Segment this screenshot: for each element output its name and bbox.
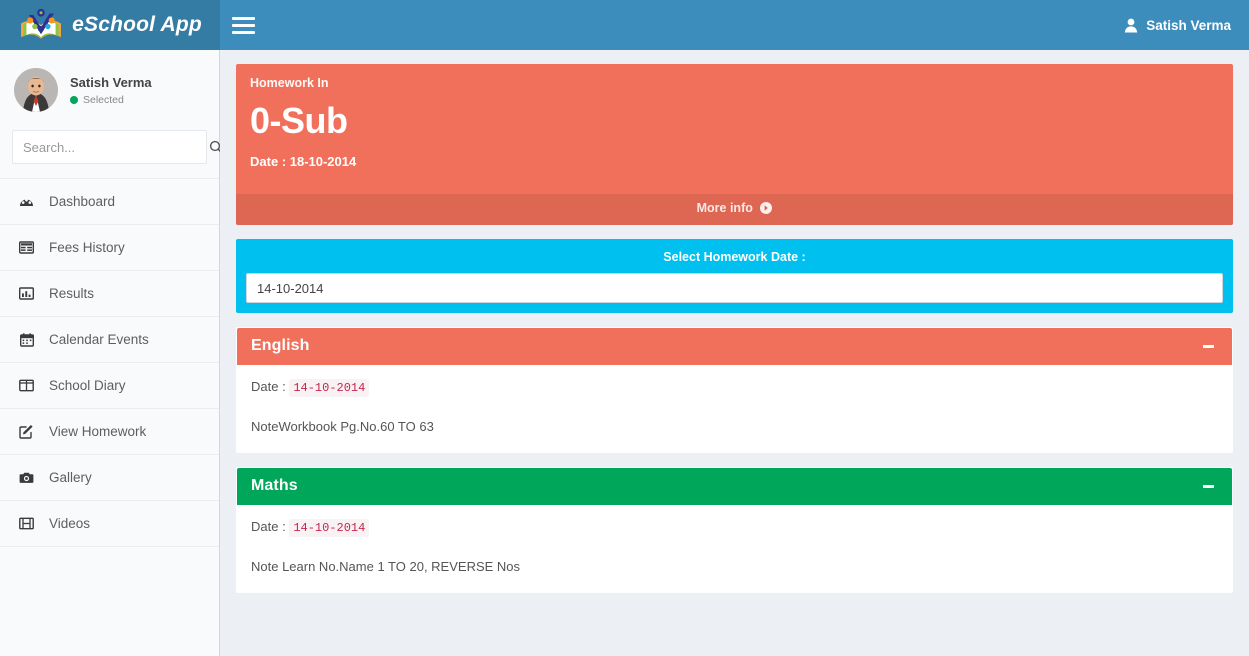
subject-date-row: Date : 14-10-2014 [251, 379, 1218, 397]
subject-date-label: Date : [251, 519, 286, 534]
sidebar-profile: Satish Verma Selected [0, 50, 219, 126]
sidebar-item-videos[interactable]: Videos [0, 501, 219, 547]
open-book-logo [18, 8, 64, 42]
sidebar-item-label: School Diary [49, 378, 126, 393]
sidebar-item-label: Calendar Events [49, 332, 149, 347]
more-info-link[interactable]: More info [236, 194, 1233, 225]
subject-title: English [251, 337, 310, 354]
sidebar-item-label: Dashboard [49, 194, 116, 209]
bar-chart-icon [18, 287, 35, 300]
minus-icon[interactable] [1198, 337, 1218, 355]
user-menu[interactable]: Satish Verma [1112, 0, 1249, 50]
brand-title: eSchool App [72, 13, 202, 36]
profile-text: Satish Verma Selected [70, 75, 152, 106]
app-root: eSchool App Satish Verma Satish Verma Se… [0, 0, 1249, 656]
main-content: Homework In 0-Sub Date : 18-10-2014 More… [220, 50, 1249, 656]
top-header: eSchool App Satish Verma [0, 0, 1249, 50]
subject-date-label: Date : [251, 379, 286, 394]
sidebar-menu: Dashboard Fees History Results Calendar … [0, 178, 219, 547]
edit-square-icon [18, 424, 35, 439]
columns-icon [18, 379, 35, 392]
sidebar: Satish Verma Selected Search... Dashboar… [0, 50, 223, 656]
sidebar-item-label: View Homework [49, 424, 147, 439]
sidebar-search [12, 130, 223, 164]
sidebar-item-gallery[interactable]: Gallery [0, 455, 219, 501]
homework-date-input[interactable] [246, 273, 1223, 303]
profile-name: Satish Verma [70, 74, 152, 90]
info-card-date: Date : 18-10-2014 [250, 154, 357, 169]
subject-note: NoteWorkbook Pg.No.60 TO 63 [251, 419, 434, 434]
sidebar-item-label: Fees History [49, 240, 125, 255]
info-card-label: Homework In [250, 76, 329, 90]
homework-info-card-body: Homework In 0-Sub Date : 18-10-2014 [236, 64, 1233, 194]
brand-logo[interactable]: eSchool App [0, 0, 220, 50]
sidebar-item-dashboard[interactable]: Dashboard [0, 179, 219, 225]
subject-date-row: Date : 14-10-2014 [251, 519, 1218, 537]
info-card-value: 0-Sub [250, 100, 348, 141]
status-dot-icon [70, 95, 78, 104]
profile-status-label: Selected [83, 93, 124, 106]
minus-icon[interactable] [1198, 477, 1218, 495]
subject-date-value: 14-10-2014 [289, 379, 370, 397]
dashboard-icon [18, 195, 35, 208]
homework-info-card: Homework In 0-Sub Date : 18-10-2014 More… [236, 64, 1233, 225]
table-icon [18, 241, 35, 254]
camera-icon [18, 471, 35, 484]
film-icon [18, 517, 35, 530]
subject-date-value: 14-10-2014 [289, 519, 370, 537]
sidebar-item-school-diary[interactable]: School Diary [0, 363, 219, 409]
hamburger-icon[interactable] [220, 0, 266, 50]
date-selector-title: Select Homework Date : [663, 250, 806, 264]
subject-panel-english: English Date : 14-10-2014 NoteWorkbook P… [236, 327, 1233, 453]
subject-panel-header: Maths [237, 468, 1232, 505]
avatar[interactable] [14, 68, 58, 112]
subject-panel-body: Date : 14-10-2014 NoteWorkbook Pg.No.60 … [237, 365, 1232, 452]
sidebar-item-label: Gallery [49, 470, 92, 485]
sidebar-item-label: Results [49, 286, 95, 301]
circle-arrow-right-icon [760, 202, 773, 217]
sidebar-item-view-homework[interactable]: View Homework [0, 409, 219, 455]
calendar-icon [18, 332, 35, 347]
search-input[interactable] [13, 131, 209, 163]
subject-panel-body: Date : 14-10-2014 Note Learn No.Name 1 T… [237, 505, 1232, 592]
subject-panel-maths: Maths Date : 14-10-2014 Note Learn No.Na… [236, 467, 1233, 593]
user-icon [1124, 18, 1138, 33]
sidebar-item-label: Videos [49, 516, 91, 531]
sidebar-item-calendar-events[interactable]: Calendar Events [0, 317, 219, 363]
subject-note: Note Learn No.Name 1 TO 20, REVERSE Nos [251, 559, 521, 574]
subject-panel-header: English [237, 328, 1232, 365]
more-info-label: More info [696, 201, 753, 215]
sidebar-item-fees-history[interactable]: Fees History [0, 225, 219, 271]
sidebar-item-results[interactable]: Results [0, 271, 219, 317]
profile-status: Selected [70, 94, 152, 106]
homework-date-selector: Select Homework Date : [236, 239, 1233, 313]
navbar: Satish Verma [220, 0, 1249, 50]
user-menu-label: Satish Verma [1146, 17, 1231, 33]
subject-title: Maths [251, 477, 298, 494]
